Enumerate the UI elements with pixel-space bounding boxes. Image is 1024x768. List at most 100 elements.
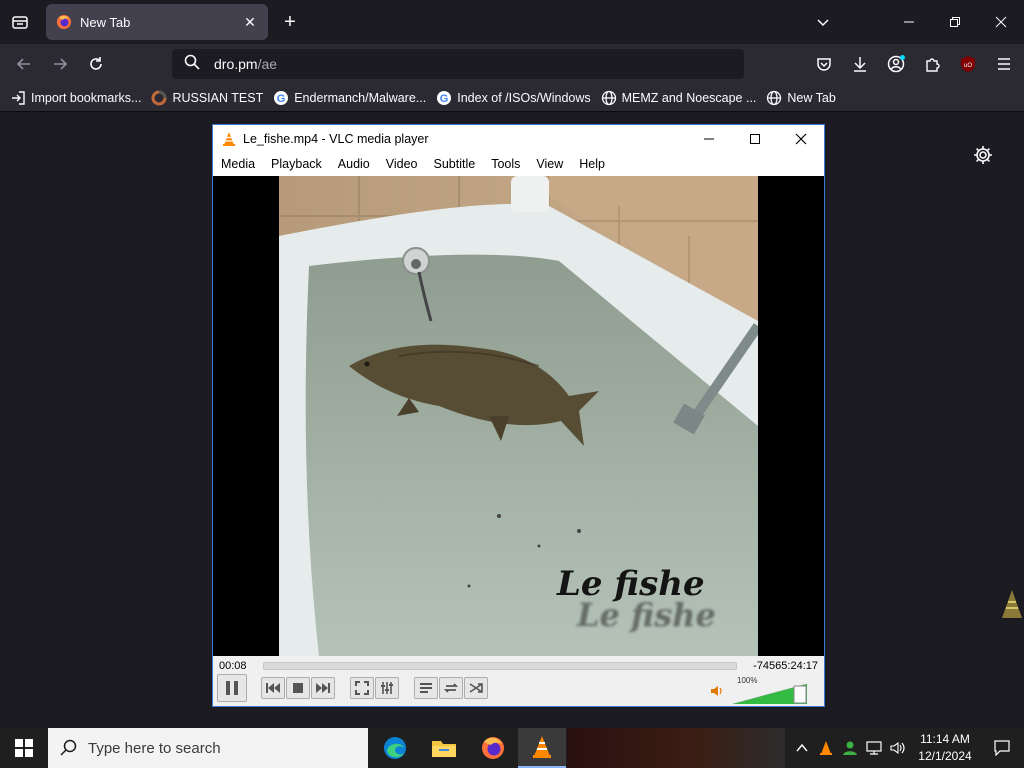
- speaker-icon[interactable]: [710, 684, 726, 703]
- shuffle-button[interactable]: [464, 677, 488, 699]
- new-tab-button[interactable]: +: [278, 10, 302, 34]
- next-button[interactable]: [311, 677, 335, 699]
- pause-button[interactable]: [217, 674, 247, 702]
- google-icon: G: [273, 90, 289, 106]
- gear-icon[interactable]: [972, 144, 994, 166]
- browser-tab-bar: New Tab ✕ +: [0, 0, 1024, 44]
- vlc-maximize-icon[interactable]: [732, 125, 778, 153]
- google-icon: G: [436, 90, 452, 106]
- windows-logo-icon: [15, 739, 33, 757]
- forward-arrow-icon[interactable]: [46, 50, 74, 78]
- windows-taskbar: Type here to search 11:14 AM 12/1/2024: [0, 728, 1024, 768]
- minimize-icon[interactable]: [886, 0, 932, 44]
- clock[interactable]: 11:14 AM 12/1/2024: [910, 731, 980, 765]
- menu-help[interactable]: Help: [579, 157, 605, 171]
- volume-slider[interactable]: [733, 684, 807, 704]
- tab-list-icon[interactable]: [8, 10, 32, 34]
- loop-button[interactable]: [439, 677, 463, 699]
- menu-playback[interactable]: Playback: [271, 157, 322, 171]
- site-icon: [151, 90, 167, 106]
- extensions-icon[interactable]: [918, 50, 946, 78]
- vlc-menu-bar: Media Playback Audio Video Subtitle Tool…: [213, 153, 824, 175]
- bookmark-new-tab[interactable]: New Tab: [766, 90, 836, 106]
- svg-text:uO: uO: [964, 63, 972, 69]
- restore-icon[interactable]: [932, 0, 978, 44]
- user-tray-icon[interactable]: [838, 728, 862, 768]
- video-area[interactable]: Le fishe Le fishe: [213, 176, 824, 656]
- video-frame: Le fishe Le fishe: [279, 176, 758, 656]
- file-explorer-icon[interactable]: [420, 728, 468, 768]
- stop-button[interactable]: [286, 677, 310, 699]
- menu-video[interactable]: Video: [386, 157, 418, 171]
- navigation-toolbar: dro.pm/ae uO: [0, 44, 1024, 84]
- address-bar[interactable]: dro.pm/ae: [172, 49, 744, 79]
- vlc-title: Le_fishe.mp4 - VLC media player: [243, 132, 429, 146]
- notification-icon[interactable]: [980, 728, 1024, 768]
- shuffle-icon: [469, 683, 483, 693]
- volume-tray-icon[interactable]: [886, 728, 910, 768]
- ublock-origin-icon[interactable]: uO: [954, 50, 982, 78]
- url-text: dro.pm/ae: [214, 56, 278, 72]
- bookmark-memz[interactable]: MEMZ and Noescape ...: [601, 90, 756, 106]
- tab-title: New Tab: [80, 14, 131, 30]
- chevron-up-icon[interactable]: [790, 728, 814, 768]
- account-icon[interactable]: [882, 50, 910, 78]
- chevron-down-icon[interactable]: [800, 0, 846, 44]
- reload-icon[interactable]: [82, 50, 110, 78]
- loop-icon: [443, 683, 459, 693]
- back-arrow-icon[interactable]: [10, 50, 38, 78]
- svg-text:G: G: [440, 93, 449, 105]
- taskbar-search[interactable]: Type here to search: [48, 728, 368, 768]
- desktop-icon[interactable]: [1000, 588, 1024, 622]
- bookmark-import[interactable]: Import bookmarks...: [10, 90, 141, 106]
- menu-media[interactable]: Media: [221, 157, 255, 171]
- stop-icon: [293, 683, 303, 693]
- fullscreen-icon: [355, 681, 369, 695]
- extended-settings-button[interactable]: [375, 677, 399, 699]
- tab-new-tab[interactable]: New Tab ✕: [46, 4, 268, 40]
- equalizer-icon: [381, 682, 393, 694]
- bookmark-endermanch[interactable]: G Endermanch/Malware...: [273, 90, 426, 106]
- clock-date: 12/1/2024: [918, 749, 972, 763]
- close-window-icon[interactable]: [978, 0, 1024, 44]
- vlc-title-bar[interactable]: Le_fishe.mp4 - VLC media player: [213, 125, 824, 153]
- hamburger-menu-icon[interactable]: [990, 50, 1018, 78]
- svg-text:G: G: [277, 93, 286, 105]
- globe-icon: [766, 90, 782, 106]
- vlc-close-icon[interactable]: [778, 125, 824, 153]
- remaining-time[interactable]: -74565:24:17: [753, 660, 818, 672]
- firefox-taskbar-icon[interactable]: [469, 728, 517, 768]
- vlc-window: Le_fishe.mp4 - VLC media player Media Pl…: [212, 124, 825, 707]
- pause-icon: [226, 681, 238, 695]
- bookmark-index-isos[interactable]: G Index of /ISOs/Windows: [436, 90, 591, 106]
- playlist-button[interactable]: [414, 677, 438, 699]
- seek-slider[interactable]: [263, 662, 737, 670]
- firefox-icon: [56, 14, 72, 30]
- start-button[interactable]: [0, 728, 48, 768]
- vlc-cone-icon: [221, 131, 237, 147]
- search-icon: [184, 54, 200, 75]
- taskbar-background: [567, 728, 785, 768]
- edge-icon[interactable]: [371, 728, 419, 768]
- menu-subtitle[interactable]: Subtitle: [434, 157, 476, 171]
- bookmarks-toolbar: Import bookmarks... RUSSIAN TEST G Ender…: [0, 84, 1024, 112]
- elapsed-time: 00:08: [219, 660, 247, 672]
- menu-tools[interactable]: Tools: [491, 157, 520, 171]
- close-tab-icon[interactable]: ✕: [242, 14, 258, 30]
- menu-view[interactable]: View: [536, 157, 563, 171]
- vlc-tray-icon[interactable]: [814, 728, 838, 768]
- globe-icon: [601, 90, 617, 106]
- next-icon: [316, 683, 330, 693]
- pocket-icon[interactable]: [810, 50, 838, 78]
- download-icon[interactable]: [846, 50, 874, 78]
- import-icon: [10, 90, 26, 106]
- vlc-minimize-icon[interactable]: [686, 125, 732, 153]
- vlc-taskbar-icon[interactable]: [518, 728, 566, 768]
- menu-audio[interactable]: Audio: [338, 157, 370, 171]
- fullscreen-button[interactable]: [350, 677, 374, 699]
- search-placeholder: Type here to search: [88, 739, 221, 757]
- previous-icon: [266, 683, 280, 693]
- previous-button[interactable]: [261, 677, 285, 699]
- network-icon[interactable]: [862, 728, 886, 768]
- bookmark-russian-test[interactable]: RUSSIAN TEST: [151, 90, 263, 106]
